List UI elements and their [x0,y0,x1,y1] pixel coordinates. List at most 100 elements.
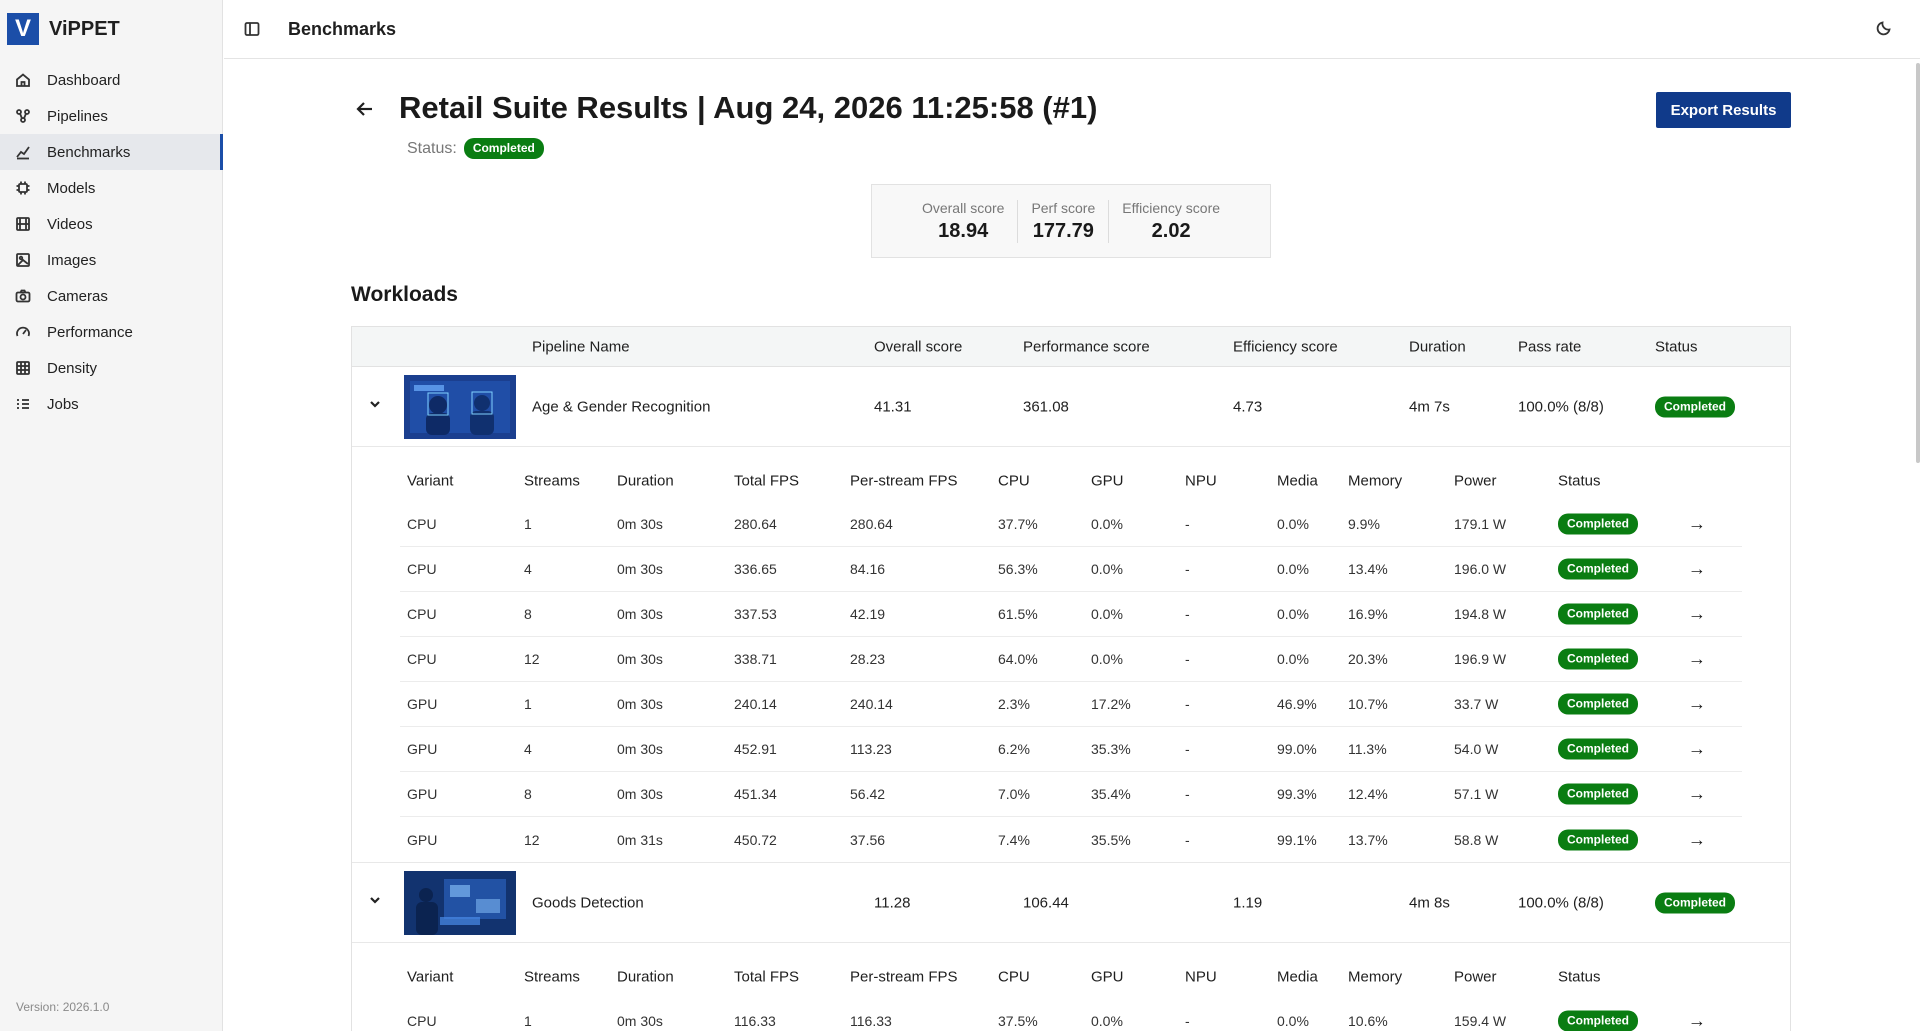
variant-row[interactable]: GPU 4 0m 30s 452.91 113.23 6.2% 35.3% - 99.0% 11.… [400,727,1742,772]
arrow-right-icon[interactable]: → [1688,649,1706,670]
variant-cell: 8 [524,786,532,802]
variant-row[interactable]: CPU 8 0m 30s 337.53 42.19 61.5% 0.0% - 0.0% 16.9%… [400,592,1742,637]
sidebar-item-performance[interactable]: Performance [0,314,222,350]
score-label: Perf score [1031,199,1096,216]
workloads-table: Pipeline Name Overall score Performance sc… [351,326,1791,1031]
score-value: 177.79 [1032,219,1094,242]
variant-row[interactable]: CPU 1 0m 30s 116.33 116.33 37.5% 0.0% - 0.0% 10.6… [400,998,1742,1031]
variant-column-header: Per-stream FPS [850,968,958,986]
variant-row[interactable]: GPU 12 0m 31s 450.72 37.56 7.4% 35.5% - 99.1% 13.… [400,817,1742,862]
workload-row[interactable]: Age & Gender Recognition 41.31 361.08 4.73 4… [352,367,1790,447]
variant-cell: - [1185,741,1190,757]
overall-score: 11.28 [874,894,911,911]
pass-rate: 100.0% (8/8) [1518,398,1604,415]
arrow-right-icon[interactable]: → [1688,559,1706,580]
variant-cell: - [1185,696,1190,712]
list-icon [15,396,31,412]
sidebar-item-images[interactable]: Images [0,242,222,278]
variant-cell: 0.0% [1091,561,1123,577]
variant-cell: 99.1% [1277,831,1317,848]
variant-cell: 0.0% [1277,561,1309,577]
moon-icon[interactable] [1876,20,1896,40]
app-logo: V [7,13,39,45]
variant-cell: - [1185,516,1190,532]
camera-icon [15,288,31,304]
sidebar-item-cameras[interactable]: Cameras [0,278,222,314]
efficiency-score: 1.19 [1233,894,1263,911]
efficiency-score: 4.73 [1233,398,1263,415]
variant-cell: GPU [407,696,438,712]
sidebar-item-benchmarks[interactable]: Benchmarks [0,134,223,170]
variants-table: Variant Streams Duration Total FPS Per-strea… [352,447,1790,863]
sidebar-item-videos[interactable]: Videos [0,206,222,242]
variant-row[interactable]: CPU 12 0m 30s 338.71 28.23 64.0% 0.0% - 0.0% 20.3… [400,637,1742,682]
variant-row[interactable]: GPU 8 0m 30s 451.34 56.42 7.0% 35.4% - 99.3% 12.4… [400,772,1742,817]
variant-cell: 0m 30s [617,651,663,667]
variant-cell: 37.7% [998,516,1038,532]
arrow-right-icon[interactable]: → [1688,829,1706,850]
variant-cell: 280.64 [734,516,777,532]
variant-cell: 35.5% [1091,831,1131,848]
sidebar-item-label: Pipelines [47,107,108,125]
variant-cell: 2.3% [998,696,1030,712]
page-title: Retail Suite Results | Aug 24, 2026 11:2… [399,90,1098,125]
variant-cell: 16.9% [1348,606,1388,622]
variant-cell: 0m 30s [617,606,663,622]
arrow-right-icon[interactable]: → [1688,1010,1706,1031]
variant-cell: 0.0% [1277,606,1309,622]
workload-row[interactable]: Goods Detection 11.28 106.44 1.19 4m 8s 100.0… [352,863,1790,943]
export-results-button[interactable]: Export Results [1656,92,1791,128]
sidebar-item-jobs[interactable]: Jobs [0,386,222,422]
variant-cell: 179.1 W [1454,516,1507,532]
arrow-right-icon[interactable]: → [1688,694,1706,715]
variant-column-header: GPU [1091,968,1124,986]
arrow-right-icon[interactable]: → [1688,514,1706,535]
variant-cell: 58.8 W [1454,831,1499,848]
variant-cell: 6.2% [998,741,1030,757]
variant-column-header: Variant [407,968,454,986]
variant-row[interactable]: CPU 4 0m 30s 336.65 84.16 56.3% 0.0% - 0.0% 13.4%… [400,547,1742,592]
variant-cell: 10.7% [1348,696,1388,712]
variant-cell: 42.19 [850,606,886,622]
variant-cell: 240.14 [734,696,777,712]
variant-cell: 0.0% [1091,651,1123,667]
variant-cell: 4 [524,561,532,577]
chevron-down-icon[interactable] [368,397,384,413]
variant-cell: 28.23 [850,651,886,667]
variant-cell: 1 [524,1012,532,1029]
back-arrow-icon[interactable] [355,99,379,123]
variant-row[interactable]: CPU 1 0m 30s 280.64 280.64 37.7% 0.0% - 0.0% 9.9%… [400,502,1742,547]
sidebar-item-pipelines[interactable]: Pipelines [0,98,222,134]
variant-cell: 338.71 [734,651,777,667]
variant-cell: 240.14 [850,696,893,712]
sidebar-item-density[interactable]: Density [0,350,222,386]
chevron-down-icon[interactable] [368,893,384,909]
sidebar-item-dashboard[interactable]: Dashboard [0,62,222,98]
brand[interactable]: V ViPPET [0,0,222,58]
scrollbar[interactable] [1914,59,1920,1031]
variant-cell: 37.56 [850,831,886,848]
variant-cell: 450.72 [734,831,777,848]
arrow-right-icon[interactable]: → [1688,739,1706,760]
variant-cell: 0.0% [1277,1012,1309,1029]
sidebar-item-models[interactable]: Models [0,170,222,206]
variant-column-header: Streams [524,472,580,490]
workloads-table-header: Pipeline Name Overall score Performance sc… [352,327,1790,367]
variant-cell: 13.4% [1348,561,1388,577]
arrow-right-icon[interactable]: → [1688,604,1706,625]
variant-cell: 33.7 W [1454,696,1499,712]
scrollbar-thumb[interactable] [1916,63,1920,463]
main-content: Retail Suite Results | Aug 24, 2026 11:2… [351,59,1791,1031]
variant-cell: CPU [407,606,437,622]
variant-column-header: Status [1558,472,1601,490]
score-value: 18.94 [938,219,989,242]
sidebar-toggle-icon[interactable] [242,19,262,39]
variant-cell: 0m 30s [617,516,663,532]
variant-row[interactable]: GPU 1 0m 30s 240.14 240.14 2.3% 17.2% - 46.9% 10.… [400,682,1742,727]
arrow-right-icon[interactable]: → [1688,784,1706,805]
app-name: ViPPET [49,17,120,40]
column-header: Status [1655,338,1698,355]
sidebar-item-label: Benchmarks [47,143,131,161]
variant-cell: 13.7% [1348,831,1388,848]
variant-column-header: Power [1454,968,1497,986]
